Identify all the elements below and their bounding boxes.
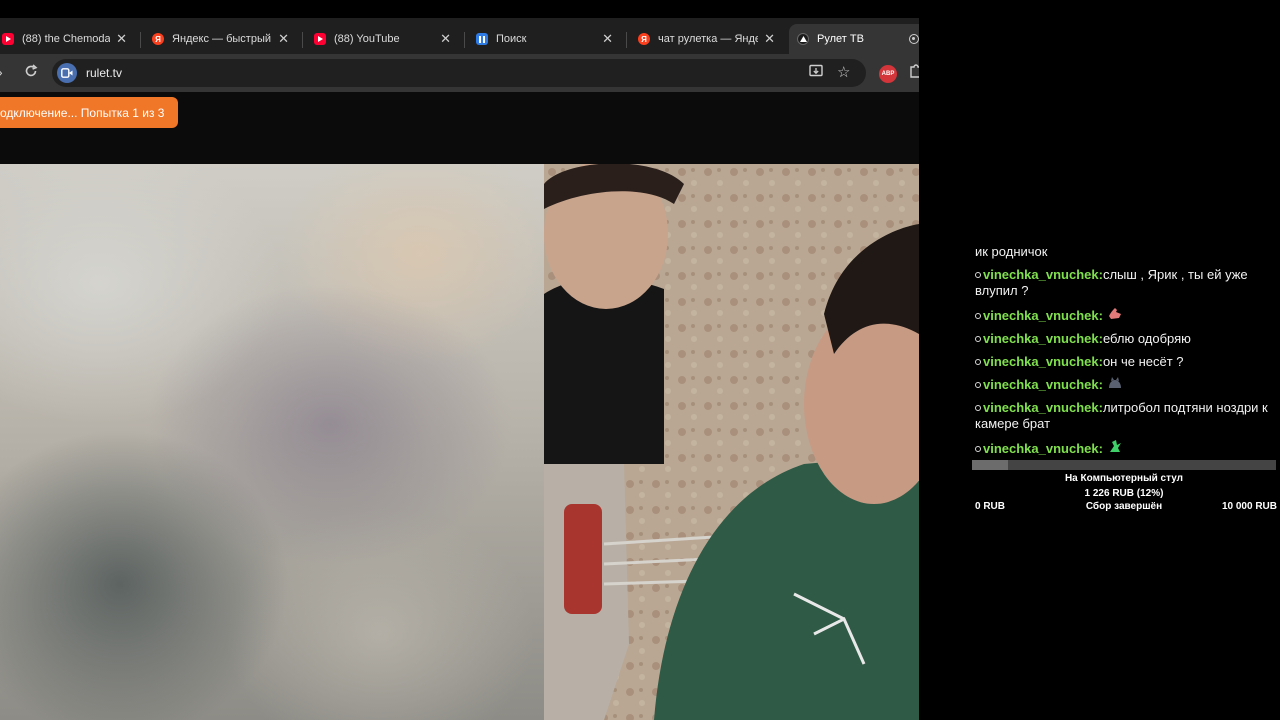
site-info-icon[interactable]	[57, 63, 77, 83]
close-icon[interactable]: ✕	[440, 31, 451, 47]
browser-window: (88) the Chemodan - ✕ Я Яндекс — быстрый…	[0, 0, 919, 720]
yandex-icon: Я	[638, 33, 650, 45]
chat-message: vinechka_vnuchek:он че несёт ?	[975, 354, 1273, 370]
chat-bullet-icon	[975, 382, 981, 388]
yandex-icon: Я	[152, 33, 164, 45]
install-app-icon[interactable]	[809, 64, 824, 81]
chat-message: vinechka_vnuchek:	[975, 377, 1273, 393]
tab-bar: (88) the Chemodan - ✕ Я Яндекс — быстрый…	[0, 18, 919, 54]
chat-username: vinechka_vnuchek:	[983, 267, 1103, 282]
close-icon[interactable]: ✕	[116, 31, 127, 47]
chat-message: vinechka_vnuchek:слыш , Ярик , ты ей уже…	[975, 267, 1273, 299]
dance-emote-icon	[1107, 439, 1123, 457]
tab-chat-roulette[interactable]: Я чат рулетка — Янде ✕	[630, 24, 785, 54]
connection-status-text: одключение... Попытка 1 из 3	[0, 105, 165, 120]
rulet-icon	[797, 33, 809, 45]
donation-progress-bar	[972, 460, 1276, 470]
donation-goal-min: 0 RUB	[975, 501, 1006, 512]
tab-title: чат рулетка — Янде	[658, 33, 759, 45]
window-top-strip	[0, 0, 919, 18]
chat-username: vinechka_vnuchek:	[983, 377, 1103, 392]
chat-partial-line: ик родничок	[975, 244, 1048, 259]
media-recording-icon[interactable]	[909, 34, 919, 44]
chat-message: vinechka_vnuchek:	[975, 439, 1273, 457]
tab-title: (88) YouTube	[334, 33, 400, 45]
remote-video-image	[544, 164, 919, 720]
tab-search[interactable]: Поиск ✕	[468, 24, 623, 54]
donation-goal-amount: 1 226 RUB (12%)	[1084, 488, 1164, 499]
chat-bullet-icon	[975, 446, 981, 452]
chat-username: vinechka_vnuchek:	[983, 441, 1103, 456]
youtube-icon	[314, 33, 326, 45]
chat-bullet-icon	[975, 272, 981, 278]
youtube-icon	[2, 33, 14, 45]
chat-text: он че несёт ?	[1102, 354, 1184, 369]
browser-toolbar: › rulet.tv ☆ ABP	[0, 54, 919, 92]
url-text: rulet.tv	[86, 66, 123, 80]
chat-bullet-icon	[975, 359, 981, 365]
tab-title: (88) the Chemodan -	[22, 33, 111, 45]
tab-chemodan[interactable]: (88) the Chemodan - ✕	[0, 24, 137, 54]
chat-bullet-icon	[975, 336, 981, 342]
donation-progress-fill	[972, 460, 1009, 470]
tab-title: Яндекс — быстрый п	[172, 33, 273, 45]
close-icon[interactable]: ✕	[602, 31, 613, 47]
forward-icon[interactable]: ›	[0, 64, 3, 80]
close-icon[interactable]: ✕	[764, 31, 775, 47]
connection-status-toast: одключение... Попытка 1 из 3	[0, 97, 179, 128]
cat-emote-icon	[1107, 377, 1123, 393]
tab-separator	[302, 32, 303, 48]
chat-message: vinechka_vnuchek:	[975, 306, 1273, 324]
remote-video-feed	[544, 164, 919, 720]
adblock-plus-icon[interactable]: ABP	[879, 65, 897, 83]
chat-username: vinechka_vnuchek:	[983, 331, 1103, 346]
tab-separator	[140, 32, 141, 48]
chat-bullet-icon	[975, 313, 981, 319]
search-app-icon	[476, 33, 488, 45]
chat-username: vinechka_vnuchek:	[983, 354, 1103, 369]
hand-emote-icon	[1107, 306, 1123, 324]
local-video-feed	[0, 164, 544, 720]
tab-title: Поиск	[496, 33, 527, 45]
tab-separator	[626, 32, 627, 48]
chat-text: еблю одобряю	[1102, 331, 1191, 346]
chat-username: vinechka_vnuchek:	[983, 400, 1103, 415]
donation-goal-max: 10 000 RUB	[1221, 501, 1277, 512]
reload-icon[interactable]	[24, 64, 38, 81]
rulet-page: одключение... Попытка 1 из 3	[0, 92, 919, 720]
tab-title: Рулет ТВ	[817, 33, 864, 45]
donation-goal-title: На Компьютерный стул	[1064, 473, 1184, 484]
bookmark-star-icon[interactable]: ☆	[837, 63, 850, 81]
chat-bullet-icon	[975, 405, 981, 411]
tab-rulet-tv[interactable]: Рулет ТВ	[789, 24, 919, 54]
chat-message: vinechka_vnuchek:еблю одобряю	[975, 331, 1273, 347]
chat-message: vinechka_vnuchek:литробол подтяни ноздри…	[975, 400, 1273, 432]
chat-username: vinechka_vnuchek:	[983, 308, 1103, 323]
tab-youtube[interactable]: (88) YouTube ✕	[306, 24, 461, 54]
tab-yandex[interactable]: Я Яндекс — быстрый п ✕	[144, 24, 299, 54]
close-icon[interactable]: ✕	[278, 31, 289, 47]
tab-separator	[464, 32, 465, 48]
address-bar[interactable]: rulet.tv ☆	[52, 59, 866, 87]
chat-overlay: ик родничок vinechka_vnuchek:слыш , Ярик…	[975, 244, 1273, 464]
extensions-puzzle-icon[interactable]	[910, 64, 919, 81]
